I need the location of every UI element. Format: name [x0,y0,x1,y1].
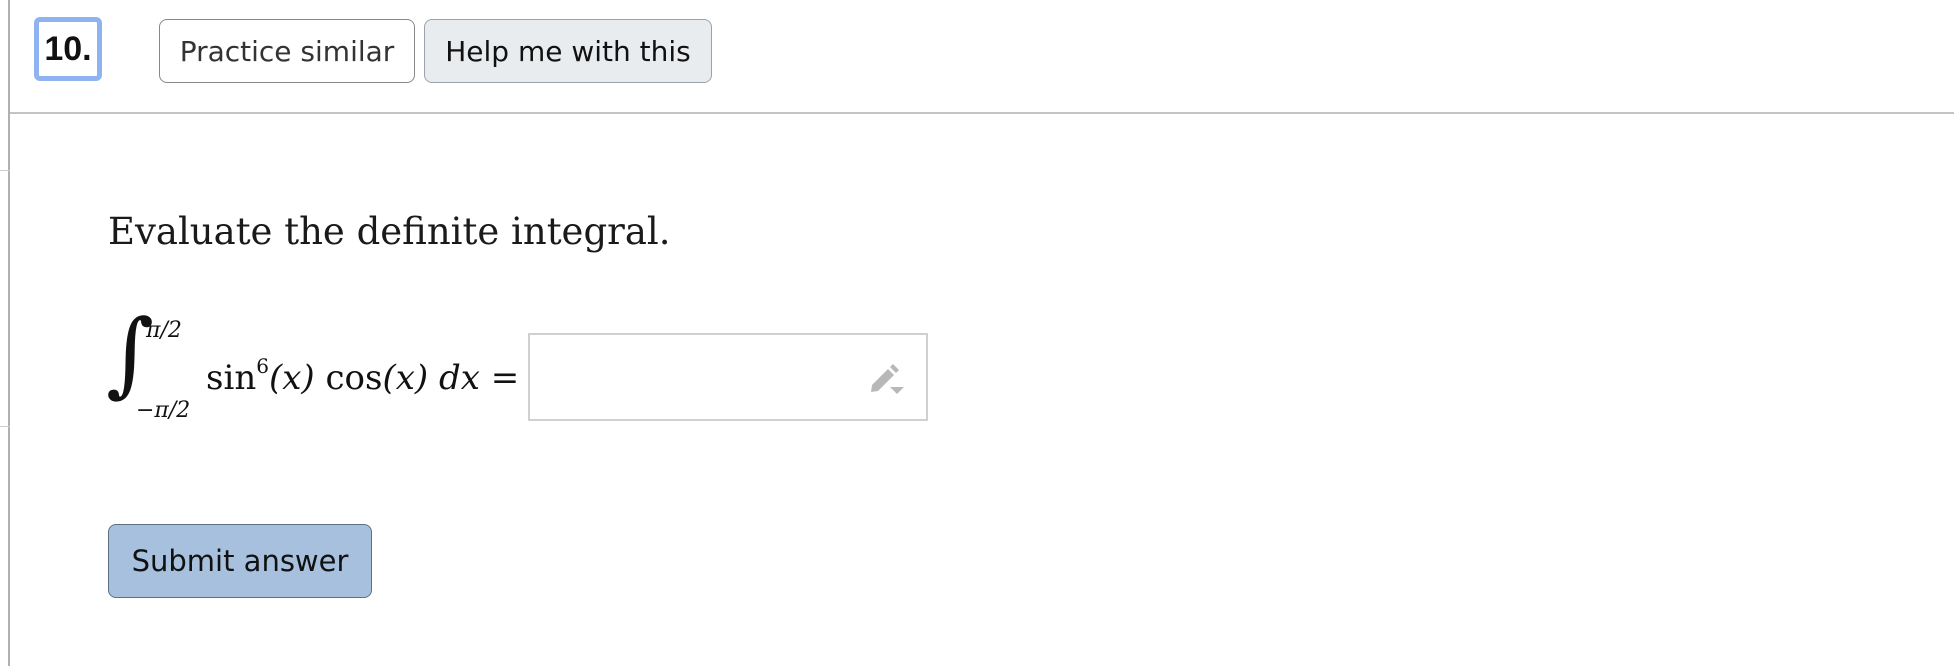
question-page: 10. Practice similar Help me with this E… [0,0,1954,666]
pencil-icon[interactable] [866,361,906,397]
cos-function: cos [325,358,383,398]
cos-argument: (x) [382,358,429,398]
answer-input[interactable] [528,333,928,421]
margin-tick [0,170,10,171]
integral-expression: ∫ π/2 −π/2 sin6(x) cos(x) dx = [106,308,526,424]
upper-limit: π/2 [146,318,182,343]
help-me-button[interactable]: Help me with this [424,19,712,83]
practice-similar-button[interactable]: Practice similar [159,19,415,83]
question-prompt: Evaluate the definite integral. [108,210,671,253]
margin-tick [0,426,10,427]
sin-function: sin [206,358,257,398]
equals-sign: = [490,358,520,398]
question-number: 10. [34,17,102,81]
sin-exponent: 6 [256,354,269,378]
submit-answer-button[interactable]: Submit answer [108,524,372,598]
lower-limit: −π/2 [136,398,191,423]
integrand: sin6(x) cos(x) dx = [206,354,519,398]
sin-argument: (x) [268,358,315,398]
differential: dx [439,358,480,398]
question-header: 10. Practice similar Help me with this [10,0,1954,114]
